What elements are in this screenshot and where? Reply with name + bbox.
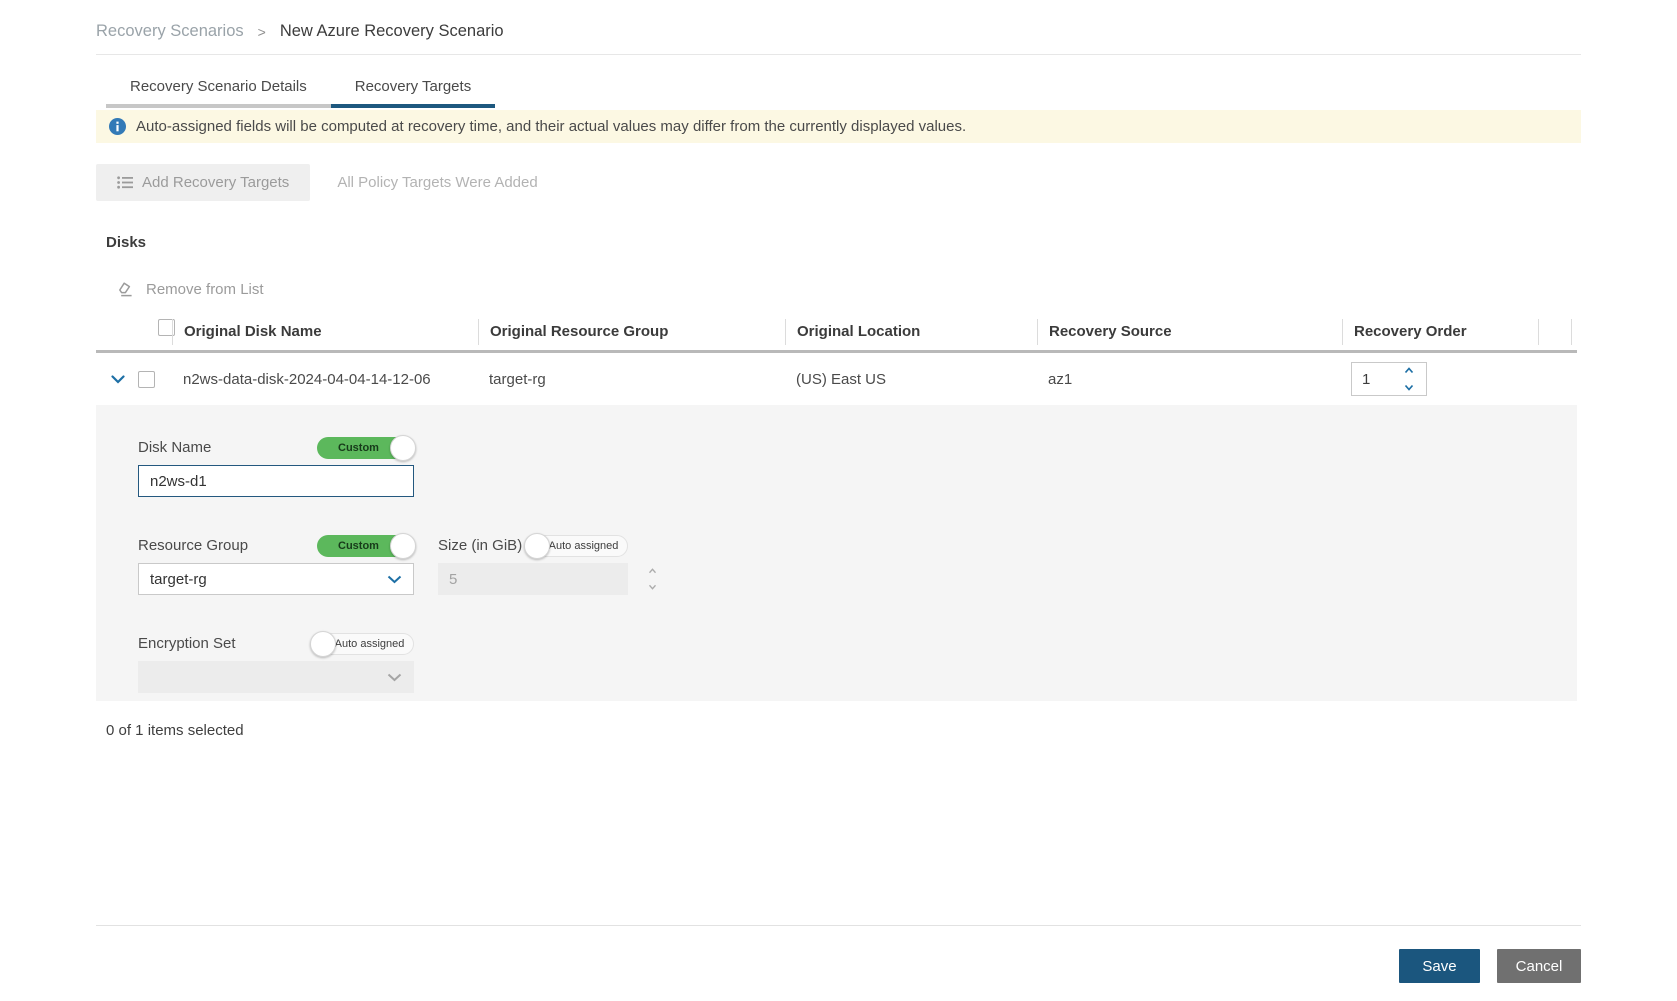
disk-detail-panel: Disk Name Custom Resource Group Custom: [96, 405, 1577, 701]
disks-section-title: Disks: [106, 234, 1581, 251]
breadcrumb-parent-link[interactable]: Recovery Scenarios: [96, 22, 244, 41]
disks-table-header: Original Disk Name Original Resource Gro…: [96, 313, 1577, 353]
info-banner-text: Auto-assigned fields will be computed at…: [136, 118, 966, 135]
cell-original-resource-group: target-rg: [478, 371, 785, 388]
col-original-disk-name: Original Disk Name: [172, 319, 478, 345]
size-auto-assigned-toggle[interactable]: Auto assigned: [525, 535, 628, 557]
selection-summary: 0 of 1 items selected: [106, 722, 1581, 739]
page: Recovery Scenarios > New Azure Recovery …: [96, 0, 1581, 983]
recovery-order-stepper: [1351, 362, 1427, 396]
footer-actions: Save Cancel: [96, 949, 1581, 983]
size-label: Size (in GiB): [438, 537, 522, 554]
stepper-up-icon: [648, 568, 657, 574]
cancel-button[interactable]: Cancel: [1497, 949, 1581, 983]
tab-recovery-scenario-details[interactable]: Recovery Scenario Details: [106, 68, 331, 108]
row-expand-chevron-down-icon[interactable]: [111, 375, 125, 384]
cell-original-disk-name: n2ws-data-disk-2024-04-04-14-12-06: [172, 371, 478, 388]
disk-name-label: Disk Name: [138, 439, 211, 456]
add-recovery-targets-label: Add Recovery Targets: [142, 174, 289, 191]
save-button[interactable]: Save: [1399, 949, 1480, 983]
list-icon: [117, 176, 133, 189]
col-original-resource-group: Original Resource Group: [478, 319, 785, 345]
disk-name-field-group: Disk Name Custom: [138, 436, 414, 497]
add-recovery-targets-button[interactable]: Add Recovery Targets: [96, 164, 310, 201]
remove-from-list-label: Remove from List: [146, 281, 264, 298]
col-original-location: Original Location: [785, 319, 1037, 345]
encryption-set-field-group: Encryption Set Auto assigned: [138, 632, 414, 693]
cell-recovery-source: az1: [1037, 371, 1342, 388]
breadcrumb: Recovery Scenarios > New Azure Recovery …: [96, 0, 1581, 55]
row-checkbox[interactable]: [138, 371, 155, 388]
toolbar: Add Recovery Targets All Policy Targets …: [96, 164, 1581, 201]
encryption-set-label: Encryption Set: [138, 635, 236, 652]
info-icon: [109, 118, 126, 135]
disks-table: Original Disk Name Original Resource Gro…: [96, 313, 1577, 701]
footer-divider: [96, 925, 1581, 926]
resource-group-field-group: Resource Group Custom target-rg: [138, 534, 414, 595]
resource-group-label: Resource Group: [138, 537, 248, 554]
info-banner: Auto-assigned fields will be computed at…: [96, 110, 1581, 143]
tab-recovery-targets[interactable]: Recovery Targets: [331, 68, 495, 108]
stepper-down-icon[interactable]: [1404, 384, 1414, 391]
col-recovery-source: Recovery Source: [1037, 319, 1342, 345]
stepper-up-icon[interactable]: [1404, 367, 1414, 374]
toggle-knob: [390, 533, 416, 559]
disk-name-input[interactable]: [138, 465, 414, 497]
page-title: New Azure Recovery Scenario: [280, 22, 504, 41]
encryption-set-select: [138, 661, 414, 693]
eraser-icon: [118, 282, 135, 297]
size-stepper: [438, 563, 628, 595]
stepper-down-icon: [648, 584, 657, 590]
resource-group-select[interactable]: target-rg: [138, 563, 414, 595]
toggle-knob: [310, 631, 336, 657]
remove-from-list-button[interactable]: Remove from List: [118, 281, 1581, 298]
size-field-group: Size (in GiB) Auto assigned: [438, 534, 628, 595]
col-recovery-order: Recovery Order: [1342, 319, 1538, 345]
col-actions: [1538, 319, 1572, 345]
resource-group-custom-toggle[interactable]: Custom: [317, 535, 414, 557]
table-row: n2ws-data-disk-2024-04-04-14-12-06 targe…: [96, 353, 1577, 405]
breadcrumb-separator-icon: >: [258, 24, 266, 40]
resource-group-selected-value: target-rg: [150, 571, 207, 588]
size-input: [438, 571, 648, 588]
toggle-knob: [524, 533, 550, 559]
encryption-set-auto-assigned-toggle[interactable]: Auto assigned: [311, 633, 414, 655]
chevron-down-icon: [387, 673, 402, 682]
chevron-down-icon: [387, 575, 402, 584]
recovery-order-input[interactable]: [1352, 371, 1396, 388]
cell-original-location: (US) East US: [785, 371, 1037, 388]
toggle-knob: [390, 435, 416, 461]
disk-name-custom-toggle[interactable]: Custom: [317, 437, 414, 459]
tab-bar: Recovery Scenario Details Recovery Targe…: [106, 68, 1581, 108]
all-policy-targets-note: All Policy Targets Were Added: [337, 174, 537, 191]
